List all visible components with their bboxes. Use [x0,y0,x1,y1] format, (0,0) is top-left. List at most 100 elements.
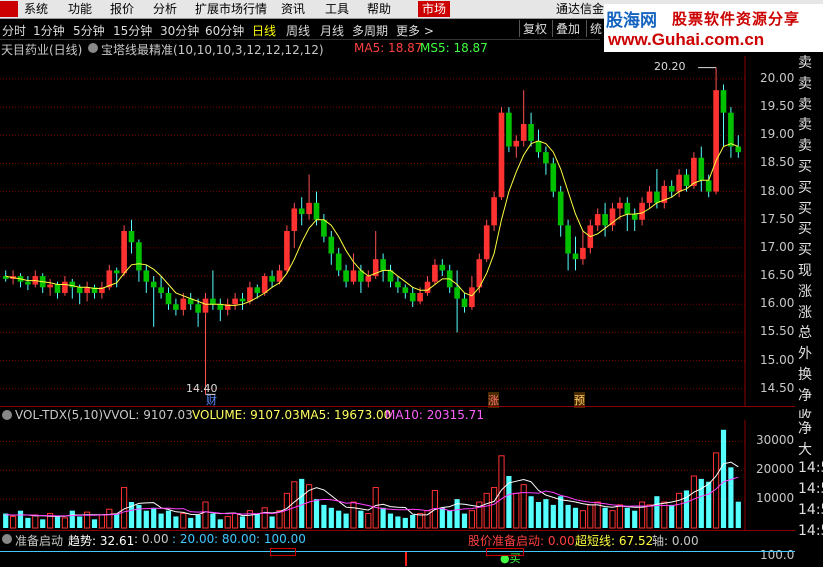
period-tab-30min[interactable]: 30分钟 [160,22,199,39]
volume-bar [535,502,542,528]
candle-body [380,259,386,271]
price-chart[interactable] [0,56,795,406]
volume-tick: 10000 [756,491,795,506]
start-signal-value: 股价准备启动: 0.00 [468,534,575,548]
candle-body [506,112,512,147]
trade-label: 14:5 [798,523,823,539]
volume-bar [69,510,75,528]
period-tab-multi[interactable]: 多周期 [352,22,388,39]
candle-body [84,287,90,293]
price-tick: 14.50 [760,380,795,395]
volume-bar [269,516,275,528]
price-tick: 19.50 [760,99,795,114]
overlay-button[interactable]: 叠加 [552,20,583,37]
period-tab-monthly[interactable]: 月线 [320,22,344,39]
brand-name: 股海网 [606,11,657,31]
menu-item-function[interactable]: 功能 [68,1,92,17]
signal-box-2 [486,548,524,556]
candle-body [128,231,135,243]
volume-tick: 20000 [756,462,795,477]
volume-bar [291,481,298,529]
candle-body [284,231,290,271]
candle-body [513,140,520,147]
volume-bar [528,496,534,528]
candle-body [676,174,682,192]
volume-bar [587,504,594,529]
menu-item-market[interactable]: 市场 [418,1,451,17]
candle-body [113,270,120,274]
volume-bar [98,514,105,529]
candle-body [469,287,475,308]
volume-bar [143,510,149,528]
candle-body [417,292,423,302]
axis-value: 轴: 0.00 [652,534,699,548]
volume-bar [550,504,556,528]
period-tab-daily[interactable]: 日线 [252,22,276,39]
volume-bar [646,504,653,529]
candle-body [195,304,201,313]
volume-chart[interactable] [0,420,795,530]
super-short-value: 超短线: 67.52 [575,534,654,548]
menu-item-help[interactable]: 帮助 [367,1,391,17]
menu-item-tools[interactable]: 工具 [325,1,349,17]
candle-body [261,276,268,293]
volume-bar [358,510,364,528]
period-tab-1min[interactable]: 1分钟 [33,22,65,39]
period-tab-5min[interactable]: 5分钟 [73,22,105,39]
period-tab-more[interactable]: 更多 > [396,22,434,39]
candle-body [232,298,238,305]
volume-bar [40,519,46,528]
candle-body [365,276,372,282]
bottom-dropdown-icon[interactable] [2,534,12,544]
candle-body [254,287,261,293]
menu-item-news[interactable]: 资讯 [281,1,305,17]
price-tick: 20.00 [760,70,795,85]
volume-bar [543,499,549,528]
candle-body [143,270,150,282]
menu-item-quote[interactable]: 报价 [110,1,134,17]
volume-bar [151,507,157,528]
candle-body [335,253,342,271]
volume-bar [565,504,571,528]
period-tab-intraday[interactable]: 分时 [2,22,26,39]
main-chart-header: 天目药业(日线) [1,41,82,57]
period-tab-weekly[interactable]: 周线 [286,22,310,39]
volume-bar [61,517,68,529]
volume-bar [720,429,727,528]
period-tab-60min[interactable]: 60分钟 [205,22,244,39]
volume-bar [261,507,268,529]
volume-bar [579,510,586,529]
candle-body [646,191,653,203]
volume-bar [410,515,416,528]
candle-body [328,236,335,254]
adjust-button[interactable]: 复权 [519,20,550,37]
volume-bar [10,515,17,529]
candle-body [313,202,320,220]
volume-bar [669,504,675,528]
indicator-dropdown-icon[interactable] [88,43,98,53]
volume-bar [202,501,209,529]
price-tick: 18.50 [760,155,795,170]
candle-body [76,287,83,293]
brand-watermark: 股海网 股票软件资源分享 www.Guhai.com.cn [604,4,823,52]
volume-bar [54,516,61,528]
volume-bar [328,507,334,528]
candle-body [173,304,179,310]
candle-body [158,287,164,293]
menu-item-system[interactable]: 系统 [24,1,48,17]
price-tick: 15.00 [760,352,795,367]
menu-item-extended-market[interactable]: 扩展市场行情 [195,1,267,17]
bottom-indicator-name: 准备启动 [15,534,64,548]
vol-dropdown-icon[interactable] [2,410,12,420]
period-tab-15min[interactable]: 15分钟 [113,22,152,39]
volume-bar [25,517,31,528]
candle-body [498,112,505,198]
candle-body [520,123,527,141]
price-tick: 19.00 [760,127,795,142]
menu-item-analysis[interactable]: 分析 [153,1,177,17]
stats-button[interactable]: 统 [586,20,605,37]
candle-body [150,281,157,288]
volume-bar [299,478,305,528]
candle-body [624,202,631,215]
candle-body [705,180,712,192]
